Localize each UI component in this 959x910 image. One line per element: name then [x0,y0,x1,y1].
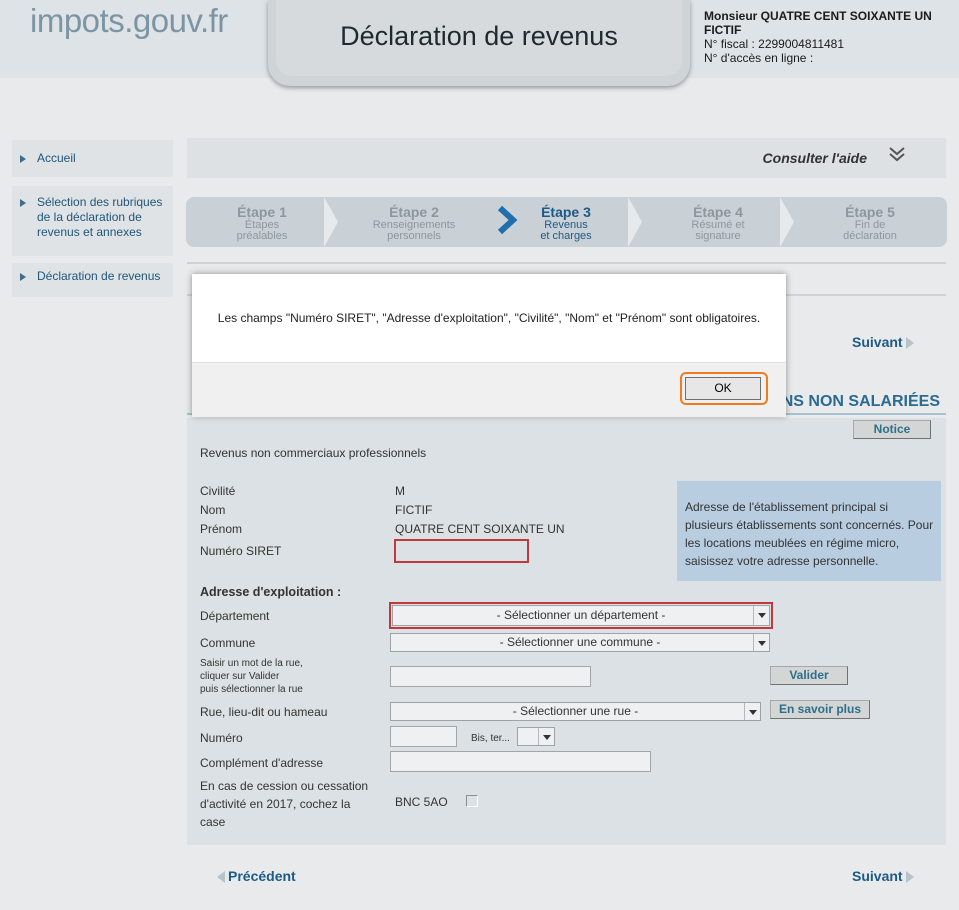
validate-button[interactable]: Valider [770,666,848,685]
step-number: Étape 5 [845,204,895,220]
commune-select[interactable]: - Sélectionner une commune - [390,633,770,652]
arrow-right-icon [905,871,914,884]
rue-label: Rue, lieu-dit ou hameau [200,705,328,719]
prenom-label: Prénom [200,522,243,536]
street-search-input[interactable] [390,666,591,687]
cession-line: En cas de cession ou cessation [200,779,369,793]
sidebar-item-accueil[interactable]: Accueil [12,140,173,177]
departement-label: Département [200,609,270,623]
address-heading: Adresse d'exploitation : [200,585,342,599]
step-number: Étape 4 [693,204,743,220]
step-label: personnels [387,230,441,242]
nom-value: FICTIF [395,503,433,517]
nom-label: Nom [200,503,226,517]
commune-select-value: - Sélectionner une commune - [499,635,661,649]
commune-label: Commune [200,636,256,650]
dropdown-arrow-icon [753,606,769,625]
numero-label: Numéro [200,731,243,745]
step-label: signature [695,230,741,242]
hint-line: cliquer sur Valider [200,671,280,682]
previous-button[interactable]: Précédent [217,868,296,884]
rue-select[interactable]: - Sélectionner une rue - [390,702,761,721]
cession-label: En cas de cession ou cessation d'activit… [200,777,368,831]
current-step-arrow-icon [496,205,518,241]
sidebar-item-declaration[interactable]: Déclaration de revenus [12,263,173,297]
title-tab: Déclaration de revenus [268,0,690,86]
cession-line: case [200,815,226,829]
ok-button[interactable]: OK [685,377,761,400]
complement-label: Complément d'adresse [200,756,324,770]
numero-input[interactable] [390,726,457,747]
step-4: Étape 4 Résumé et signature [642,197,794,247]
bis-ter-select[interactable] [517,727,555,746]
divider [187,262,946,264]
cession-line: d'activité en 2017, cochez la [200,797,351,811]
step-separator [628,197,642,247]
rue-select-value: - Sélectionner une rue - [512,704,639,718]
street-search-hint: Saisir un mot de la rue, cliquer sur Val… [200,657,303,696]
bis-ter-label: Bis, ter... [471,733,510,744]
siret-label: Numéro SIRET [200,544,282,558]
step-separator [780,197,794,247]
siret-input[interactable] [394,539,529,563]
arrow-right-icon [20,199,26,207]
arrow-right-icon [20,155,26,163]
departement-select[interactable]: - Sélectionner un département - [389,602,773,629]
section-title-text: NS NON SALARIÉES [781,393,940,410]
next-label: Suivant [852,868,903,884]
civilite-label: Civilité [200,484,236,498]
arrow-right-icon [20,273,26,281]
step-separator [324,197,338,247]
online-access-number: N° d'accès en ligne : [704,51,814,65]
sidebar-item-label: Déclaration de revenus [37,269,161,283]
user-info: Monsieur QUATRE CENT SOIXANTE UN FICTIF … [704,9,959,65]
step-2: Étape 2 Renseignements personnels [338,197,490,247]
hint-line: puis sélectionner la rue [200,684,303,695]
help-link[interactable]: Consulter l'aide [763,150,867,166]
alert-footer: OK [192,362,786,417]
arrow-right-icon [905,337,914,350]
form-subtitle: Revenus non commerciaux professionnels [200,446,427,460]
dropdown-arrow-icon [744,703,760,720]
site-logo[interactable]: impots.gouv.fr [30,2,228,40]
alert-dialog: Les champs "Numéro SIRET", "Adresse d'ex… [192,274,786,417]
sidebar-item-label: Sélection des rubriques de la déclaratio… [37,195,163,239]
dropdown-arrow-icon [753,634,769,651]
step-number: Étape 2 [389,204,439,220]
page-title: Déclaration de revenus [276,0,682,76]
step-number: Étape 1 [237,204,287,220]
arrow-left-icon [217,871,225,884]
step-label: déclaration [843,230,897,242]
departement-select-value: - Sélectionner un département - [496,608,666,622]
prenom-value: QUATRE CENT SOIXANTE UN [395,522,565,536]
alert-message: Les champs "Numéro SIRET", "Adresse d'ex… [217,311,761,325]
help-bar: Consulter l'aide [187,138,946,178]
sidebar-item-label: Accueil [37,151,76,165]
complement-input[interactable] [390,751,651,772]
sidebar-item-selection-rubriques[interactable]: Sélection des rubriques de la déclaratio… [12,186,173,256]
dropdown-arrow-icon [538,728,554,745]
civilite-value: M [395,484,405,498]
notice-button[interactable]: Notice [853,420,931,439]
fiscal-number: N° fiscal : 2299004811481 [704,37,845,51]
next-button-bottom[interactable]: Suivant [852,868,914,884]
step-progress: Étape 1 Étapes préalables Étape 2 Rensei… [186,197,947,247]
next-label: Suivant [852,334,903,350]
user-name: Monsieur QUATRE CENT SOIXANTE UN FICTIF [704,9,932,37]
step-5: Étape 5 Fin de déclaration [794,197,946,247]
step-1: Étape 1 Étapes préalables [186,197,338,247]
more-info-button[interactable]: En savoir plus [770,700,870,719]
bnc-label: BNC 5AO [395,795,448,809]
hint-line: Saisir un mot de la rue, [200,658,303,669]
next-button-top[interactable]: Suivant [852,334,914,350]
info-box: Adresse de l'établissement principal si … [677,481,941,581]
bnc-checkbox[interactable] [466,795,478,807]
step-label: préalables [236,230,288,242]
previous-label: Précédent [228,868,296,884]
chevron-down-icon[interactable] [888,146,906,165]
